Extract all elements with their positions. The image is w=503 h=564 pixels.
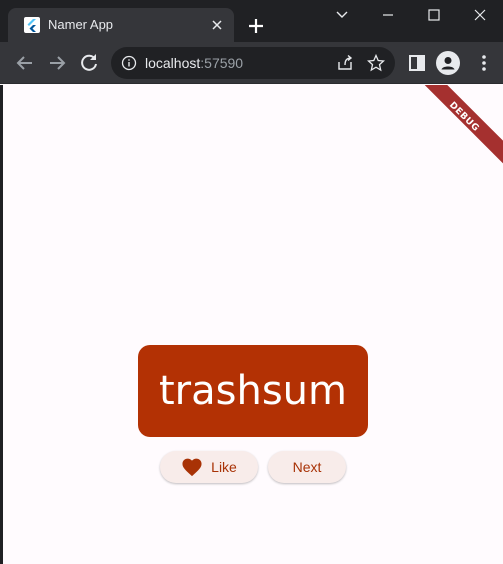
url-text: localhost:57590 (145, 55, 243, 71)
url-host: localhost (145, 55, 201, 71)
side-panel-icon[interactable] (407, 53, 427, 73)
plus-icon[interactable] (246, 16, 266, 36)
browser-titlebar: Namer App (0, 0, 503, 42)
forward-arrow-icon[interactable] (45, 51, 69, 75)
profile-avatar-icon (441, 57, 455, 70)
next-button[interactable]: Next (268, 451, 346, 483)
profile-icon[interactable] (436, 51, 460, 75)
flutter-favicon-icon (24, 17, 40, 33)
share-icon[interactable] (336, 54, 354, 72)
debug-label: DEBUG (447, 100, 481, 134)
kebab-menu-icon[interactable] (474, 53, 494, 73)
browser-tab[interactable]: Namer App (8, 8, 234, 42)
heart-icon (182, 458, 202, 477)
url-port: :57590 (200, 55, 244, 71)
star-icon[interactable] (367, 54, 385, 72)
close-window-icon[interactable] (469, 4, 491, 26)
word-card: trashsum (138, 345, 368, 437)
info-icon[interactable] (121, 55, 137, 71)
close-icon[interactable] (209, 17, 225, 33)
like-button[interactable]: Like (160, 451, 258, 483)
minimize-icon[interactable] (377, 4, 399, 26)
chevron-down-icon[interactable] (331, 4, 353, 26)
address-bar[interactable]: localhost:57590 (111, 47, 395, 79)
debug-banner: DEBUG (407, 85, 503, 174)
tab-title: Namer App (48, 17, 114, 32)
current-word: trashsum (159, 368, 347, 414)
maximize-icon[interactable] (423, 4, 445, 26)
browser-toolbar: localhost:57590 (0, 42, 503, 84)
back-arrow-icon[interactable] (13, 51, 37, 75)
reload-icon[interactable] (77, 51, 101, 75)
like-label: Like (211, 459, 237, 475)
app-content: DEBUG trashsum Like Next (3, 85, 503, 564)
next-label: Next (292, 459, 322, 475)
